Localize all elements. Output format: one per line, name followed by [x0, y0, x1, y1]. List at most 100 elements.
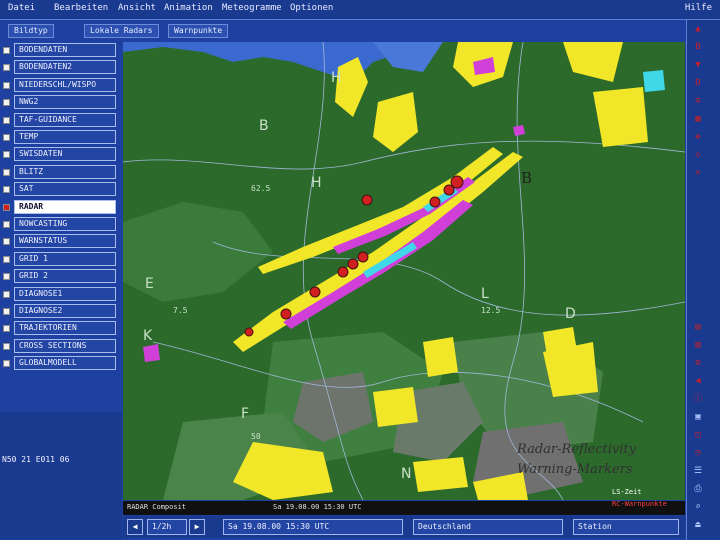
menu-help[interactable]: Hilfe [685, 3, 712, 13]
print-icon[interactable]: ⎙ [691, 482, 705, 496]
layer-checkbox[interactable] [3, 81, 10, 89]
select-icon[interactable]: ◇ [691, 148, 705, 162]
isobar-label: 7.5 [173, 306, 188, 315]
layer-button[interactable]: GRID 1 [14, 251, 116, 266]
layer-checkbox[interactable] [3, 238, 10, 246]
coordinate-readout: N50 21 E011 06 [2, 455, 70, 464]
layer-checkbox[interactable] [3, 342, 10, 350]
step-forward-icon[interactable]: ▶ [189, 519, 205, 535]
tab-warning-points[interactable]: Warnpunkte [168, 24, 229, 38]
menu-icon[interactable]: ≡ [691, 94, 705, 108]
layer-row[interactable]: TEMP [0, 129, 120, 146]
layer-button[interactable]: WARNSTATUS [14, 234, 116, 249]
layer-button[interactable]: GRID 2 [14, 269, 116, 284]
layer-checkbox[interactable] [3, 47, 10, 54]
layer-row[interactable]: TRAJEKTORIEN [0, 320, 120, 337]
layer-row[interactable]: NWG2 [0, 94, 120, 111]
layer-button[interactable]: TRAJEKTORIEN [14, 321, 116, 336]
region-field[interactable]: Deutschland [413, 519, 563, 535]
menu-edit[interactable]: Bearbeiten [54, 3, 108, 13]
layer-checkbox[interactable] [3, 99, 10, 107]
chart-icon[interactable]: ▥ [691, 338, 705, 352]
layer-row[interactable]: BLITZ [0, 164, 120, 181]
layer-row[interactable]: RADAR [0, 199, 120, 216]
layer-row[interactable]: SAT [0, 181, 120, 198]
menu-meteograms[interactable]: Meteogramme [222, 3, 282, 13]
layer-checkbox[interactable] [3, 308, 10, 315]
layer-button[interactable]: TAF-GUIDANCE [14, 112, 116, 127]
layer-checkbox[interactable] [3, 273, 10, 281]
text-icon[interactable]: D [691, 76, 705, 90]
layer-checkbox[interactable] [3, 221, 10, 228]
radar-echo-magenta [513, 125, 525, 136]
layer-row[interactable]: GRID 2 [0, 268, 120, 285]
history-icon[interactable]: ◷ [691, 446, 705, 460]
layer-row[interactable]: GLOBALMODELL [0, 355, 120, 372]
exit-icon[interactable]: ⏏ [691, 518, 705, 532]
layer-row[interactable]: NIEDERSCHL/WISPO [0, 77, 120, 94]
settings-icon[interactable]: ⚙ [691, 356, 705, 370]
radar-map[interactable]: H B H E K L D F N 62.5 7.5 12.5 50 B Radar-Refle… [123, 42, 685, 500]
layer-row[interactable]: TAF-GUIDANCE [0, 112, 120, 129]
layer-button[interactable]: SWISDATEN [14, 147, 116, 162]
layer-button[interactable]: NOWCASTING [14, 217, 116, 231]
menu-options[interactable]: Optionen [290, 3, 333, 13]
menu-file[interactable]: Datei [8, 3, 35, 13]
layer-checkbox[interactable] [3, 255, 10, 263]
close-icon[interactable]: ✕ [691, 166, 705, 180]
layer-row[interactable]: WARNSTATUS [0, 233, 120, 250]
arrow-left-icon[interactable]: ◀ [691, 374, 705, 388]
layer-row[interactable]: DIAGNOSE1 [0, 286, 120, 303]
layer-row[interactable]: GRID 1 [0, 251, 120, 268]
menu-view[interactable]: Ansicht [118, 3, 156, 13]
menu-animation[interactable]: Animation [164, 3, 213, 13]
layer-checkbox[interactable] [3, 325, 10, 333]
layers-icon[interactable]: ▤ [691, 320, 705, 334]
step-back-icon[interactable]: ◀ [127, 519, 143, 535]
export-icon[interactable]: ▣ [691, 410, 705, 424]
layer-checkbox[interactable] [3, 168, 10, 176]
station-field[interactable]: Station [573, 519, 679, 535]
layer-button[interactable]: GLOBALMODELL [14, 356, 116, 371]
layer-button[interactable]: BODENDATEN [14, 43, 116, 57]
info-icon[interactable]: ⓘ [691, 392, 705, 406]
layer-button[interactable]: NWG2 [14, 95, 116, 110]
layer-button[interactable]: BLITZ [14, 164, 116, 179]
layer-row[interactable]: BODENDATEN2 [0, 59, 120, 76]
list-icon[interactable]: ☰ [691, 464, 705, 478]
layer-row[interactable]: CROSS SECTIONS [0, 338, 120, 355]
layer-row[interactable]: BODENDATEN [0, 42, 120, 59]
layer-button[interactable]: SAT [14, 182, 116, 197]
layer-button[interactable]: DIAGNOSE1 [14, 286, 116, 301]
forecast-icon[interactable]: ◫ [691, 428, 705, 442]
layer-checkbox[interactable] [3, 134, 10, 141]
layer-checkbox[interactable] [3, 290, 10, 298]
layer-button[interactable]: DIAGNOSE2 [14, 304, 116, 318]
layer-checkbox[interactable] [3, 64, 10, 72]
radar-echo-yellow [413, 457, 468, 492]
layer-button[interactable]: NIEDERSCHL/WISPO [14, 77, 116, 92]
layer-checkbox[interactable] [3, 116, 10, 124]
zoom-in-icon[interactable]: ▲ [691, 22, 705, 36]
tab-local-radars[interactable]: Lokale Radars [84, 24, 159, 38]
datetime-field[interactable]: Sa 19.08.00 15:30 UTC [223, 519, 403, 535]
layer-checkbox[interactable] [3, 360, 10, 368]
pan-icon[interactable]: ✥ [691, 130, 705, 144]
tab-image-type[interactable]: Bildtyp [8, 24, 54, 38]
layer-row[interactable]: NOWCASTING [0, 216, 120, 233]
warning-marker [244, 327, 254, 337]
layer-row[interactable]: SWISDATEN [0, 146, 120, 163]
layer-button[interactable]: TEMP [14, 130, 116, 144]
layer-button[interactable]: CROSS SECTIONS [14, 338, 116, 353]
layer-row[interactable]: DIAGNOSE2 [0, 303, 120, 320]
time-step[interactable]: 1/2h [147, 519, 187, 535]
grid-icon[interactable]: ▦ [691, 112, 705, 126]
zoom-out-icon[interactable]: ▼ [691, 58, 705, 72]
layer-checkbox[interactable] [3, 151, 10, 159]
bold-icon[interactable]: B [691, 40, 705, 54]
layer-button[interactable]: BODENDATEN2 [14, 60, 116, 75]
layer-checkbox[interactable] [3, 186, 10, 194]
search-icon[interactable]: ⌕ [691, 500, 705, 514]
layer-button[interactable]: RADAR [14, 199, 116, 214]
layer-checkbox[interactable] [3, 203, 10, 211]
